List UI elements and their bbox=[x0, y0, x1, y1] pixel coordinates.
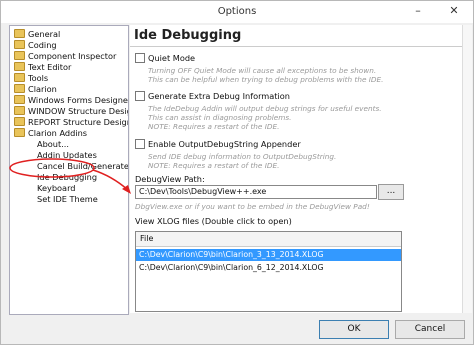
divider bbox=[130, 46, 462, 47]
appender-label: Enable OutputDebugString Appender bbox=[148, 139, 301, 149]
folder-icon bbox=[14, 51, 25, 60]
options-tree[interactable]: General Coding Component Inspector Text … bbox=[9, 25, 129, 315]
quiet-mode-checkbox[interactable] bbox=[135, 53, 145, 63]
close-button[interactable]: ✕ bbox=[441, 1, 467, 21]
appender-checkbox[interactable] bbox=[135, 139, 145, 149]
title-bar[interactable]: Options – ✕ bbox=[1, 1, 473, 23]
list-item[interactable]: C:\Dev\Clarion\C9\bin\Clarion_6_12_2014.… bbox=[136, 262, 401, 274]
panel-scrollbar[interactable] bbox=[462, 25, 472, 313]
panel-title: Ide Debugging bbox=[134, 28, 242, 43]
folder-open-icon bbox=[14, 128, 25, 137]
folder-icon bbox=[14, 40, 25, 49]
list-item[interactable]: C:\Dev\Clarion\C9\bin\Clarion_3_13_2014.… bbox=[136, 249, 401, 261]
folder-icon bbox=[14, 29, 25, 38]
extra-debug-description: This can assist in diagnosing problems. bbox=[148, 113, 292, 122]
minimize-button[interactable]: – bbox=[405, 1, 431, 21]
folder-icon bbox=[14, 117, 25, 126]
extra-debug-description: NOTE: Requires a restart of the IDE. bbox=[148, 122, 280, 131]
appender-description: Send IDE debug information to OutputDebu… bbox=[148, 152, 337, 161]
list-column-header[interactable]: File bbox=[136, 232, 401, 247]
debugview-path-input[interactable]: C:\Dev\Tools\DebugView++.exe bbox=[135, 185, 377, 199]
tree-item-set-ide-theme[interactable]: Set IDE Theme bbox=[37, 193, 98, 205]
quiet-mode-description: This can be helpful when trying to debug… bbox=[148, 75, 384, 84]
folder-icon bbox=[14, 95, 25, 104]
ok-button[interactable]: OK bbox=[319, 320, 389, 339]
extra-debug-checkbox[interactable] bbox=[135, 91, 145, 101]
window-title: Options bbox=[217, 6, 257, 17]
folder-icon bbox=[14, 106, 25, 115]
debugview-path-label: DebugView Path: bbox=[135, 174, 205, 184]
dialog-button-bar: OK Cancel bbox=[1, 317, 473, 345]
settings-panel: Ide Debugging Quiet Mode Turning OFF Qui… bbox=[130, 25, 462, 313]
quiet-mode-label: Quiet Mode bbox=[148, 53, 196, 63]
appender-description: NOTE: Requires a restart of the IDE. bbox=[148, 161, 280, 170]
xlog-file-list[interactable]: File C:\Dev\Clarion\C9\bin\Clarion_3_13_… bbox=[135, 231, 402, 312]
extra-debug-label: Generate Extra Debug Information bbox=[148, 91, 290, 101]
folder-icon bbox=[14, 84, 25, 93]
folder-icon bbox=[14, 73, 25, 82]
folder-icon bbox=[14, 62, 25, 71]
extra-debug-description: The IdeDebug Addin will output debug str… bbox=[148, 104, 382, 113]
quiet-mode-description: Turning OFF Quiet Mode will cause all ex… bbox=[148, 66, 377, 75]
xlog-label: View XLOG files (Double click to open) bbox=[135, 216, 292, 226]
browse-button[interactable]: ... bbox=[378, 184, 404, 200]
debugview-description: DbgView.exe or if you want to be embed i… bbox=[135, 202, 370, 211]
cancel-button[interactable]: Cancel bbox=[395, 320, 465, 339]
options-dialog: Options – ✕ General Coding Component Ins… bbox=[0, 0, 474, 345]
